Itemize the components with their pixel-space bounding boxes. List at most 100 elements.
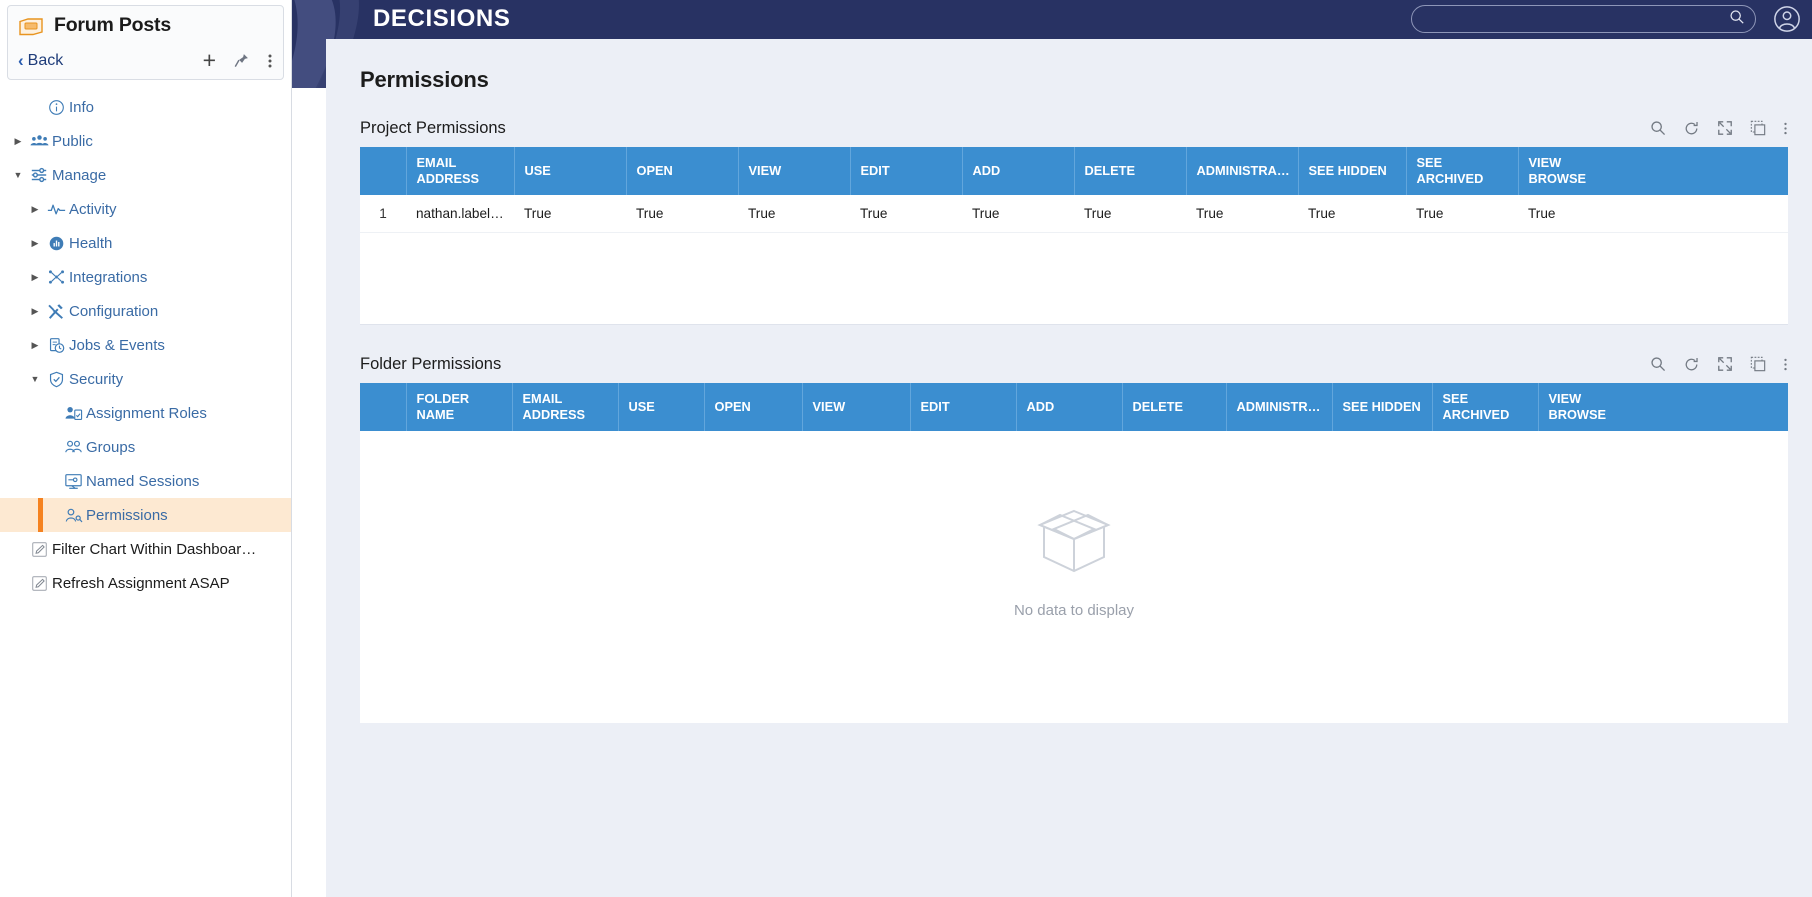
search-icon[interactable] <box>1650 120 1666 136</box>
refresh-icon[interactable] <box>1683 356 1700 373</box>
column-header[interactable]: USE <box>514 147 627 195</box>
sidebar-item-permissions[interactable]: Permissions <box>0 498 291 532</box>
permissions-icon <box>60 507 86 524</box>
folder-permissions-grid-container[interactable]: FOLDER NAME EMAIL ADDRESS USE OPEN VIEW EDIT A… <box>360 383 1788 723</box>
project-permissions-grid-container[interactable]: EMAIL ADDRESS USE OPEN VIEW EDIT ADD DELETE ADM… <box>360 147 1788 325</box>
flow-edit-icon <box>26 541 52 558</box>
chevron-right-icon[interactable]: ▶ <box>27 238 43 249</box>
sidebar-item-assignment-roles[interactable]: Assignment Roles <box>0 396 291 430</box>
empty-state-message: No data to display <box>1013 602 1135 619</box>
refresh-icon[interactable] <box>1683 120 1700 137</box>
back-button[interactable]: ‹ Back <box>18 52 63 70</box>
search-icon[interactable] <box>1729 9 1745 30</box>
search-icon[interactable] <box>1650 356 1666 372</box>
column-header[interactable]: VIEW BROWSE <box>1518 147 1788 195</box>
table-body: 1 nathan.labell@… True True True True True True… <box>360 194 1788 234</box>
column-header[interactable]: DELETE <box>1074 147 1187 195</box>
pin-icon[interactable] <box>233 52 250 69</box>
group-icon <box>26 133 52 149</box>
column-header[interactable]: EDIT <box>910 383 1017 431</box>
sidebar-item-jobs-events[interactable]: ▶ Jobs & Events <box>0 328 291 362</box>
column-header[interactable] <box>360 147 407 195</box>
application-root: Forum Posts ‹ Back + Info ▶ Public ▼ Man… <box>0 0 1812 897</box>
sidebar-item-manage[interactable]: ▼ Manage <box>0 158 291 192</box>
project-permissions-block: Project Permissions EMAIL ADDRESS USE OP… <box>360 115 1788 325</box>
chevron-down-icon[interactable]: ▼ <box>27 374 43 384</box>
panel-icon-group: + <box>203 49 273 72</box>
shield-check-icon <box>43 371 69 388</box>
column-header[interactable]: ADD <box>962 147 1075 195</box>
sliders-icon <box>26 166 52 184</box>
table-cell: True <box>1518 194 1788 234</box>
column-header[interactable]: VIEW <box>802 383 911 431</box>
column-header[interactable]: ADD <box>1016 383 1123 431</box>
sidebar-item-filter-chart-within-dashboar[interactable]: Filter Chart Within Dashboar… <box>0 532 291 566</box>
plus-icon[interactable]: + <box>203 49 216 72</box>
column-header[interactable]: EMAIL ADDRESS <box>512 383 619 431</box>
chevron-right-icon[interactable]: ▶ <box>27 272 43 283</box>
kebab-menu-icon[interactable] <box>1783 356 1788 373</box>
sidebar-item-info[interactable]: Info <box>0 90 291 124</box>
sidebar-item-label: Integrations <box>69 268 148 286</box>
sidebar-item-refresh-assignment-asap[interactable]: Refresh Assignment ASAP <box>0 566 291 600</box>
sidebar-item-integrations[interactable]: ▶ Integrations <box>0 260 291 294</box>
sidebar-item-label: Public <box>52 132 93 150</box>
sidebar-item-public[interactable]: ▶ Public <box>0 124 291 158</box>
sidebar-tree: Info ▶ Public ▼ Manage ▶ Activity ▶ Health ▶ Integ… <box>0 80 291 600</box>
sidebar-item-label: Configuration <box>69 302 159 320</box>
table-cell: True <box>626 194 738 234</box>
column-header[interactable]: SEE ARCHIVED <box>1406 147 1519 195</box>
chevron-left-icon: ‹ <box>18 51 24 70</box>
column-header[interactable]: DELETE <box>1122 383 1227 431</box>
pulse-icon <box>43 202 69 217</box>
sidebar-item-health[interactable]: ▶ Health <box>0 226 291 260</box>
sidebar-item-named-sessions[interactable]: Named Sessions <box>0 464 291 498</box>
tools-icon <box>43 302 69 320</box>
chevron-right-icon[interactable]: ▶ <box>27 204 43 215</box>
column-header[interactable]: SEE ARCHIVED <box>1432 383 1539 431</box>
search-input[interactable] <box>1426 11 1729 27</box>
table-cell: nathan.labell@… <box>406 194 514 234</box>
column-header[interactable]: VIEW <box>738 147 851 195</box>
copy-icon[interactable] <box>1750 120 1766 136</box>
folder-permissions-caption: Folder Permissions <box>360 354 502 373</box>
global-search[interactable] <box>1411 5 1756 33</box>
project-permissions-toolbar <box>1650 120 1788 137</box>
page-title: Permissions <box>360 67 489 92</box>
back-label: Back <box>27 51 64 69</box>
column-header[interactable]: ADMINISTRA… <box>1186 147 1299 195</box>
copy-icon[interactable] <box>1750 356 1766 372</box>
expand-icon[interactable] <box>1717 356 1733 372</box>
sidebar-item-security[interactable]: ▼ Security <box>0 362 291 396</box>
table-row[interactable]: 1 nathan.labell@… True True True True True True… <box>360 194 1788 234</box>
panel-actions-row: ‹ Back + <box>18 49 273 72</box>
sidebar-item-configuration[interactable]: ▶ Configuration <box>0 294 291 328</box>
column-header[interactable]: OPEN <box>704 383 803 431</box>
chevron-right-icon[interactable]: ▶ <box>10 136 26 147</box>
sidebar-item-label: Refresh Assignment ASAP <box>52 574 230 592</box>
column-header[interactable]: OPEN <box>626 147 739 195</box>
column-header[interactable]: ADMINISTR… <box>1226 383 1333 431</box>
account-circle-icon[interactable] <box>1773 5 1801 38</box>
column-header[interactable] <box>360 383 407 431</box>
kebab-menu-icon[interactable] <box>1783 120 1788 137</box>
column-header[interactable]: USE <box>618 383 705 431</box>
chevron-right-icon[interactable]: ▶ <box>27 306 43 317</box>
expand-icon[interactable] <box>1717 120 1733 136</box>
table-cell: True <box>738 194 850 234</box>
chevron-right-icon[interactable]: ▶ <box>27 340 43 351</box>
column-header[interactable]: FOLDER NAME <box>406 383 513 431</box>
column-header[interactable]: EMAIL ADDRESS <box>406 147 515 195</box>
column-header[interactable]: SEE HIDDEN <box>1332 383 1433 431</box>
info-icon <box>43 99 69 116</box>
folder-permissions-toolbar <box>1650 356 1788 373</box>
column-header[interactable]: SEE HIDDEN <box>1298 147 1407 195</box>
kebab-menu-icon[interactable] <box>267 52 273 70</box>
column-header[interactable]: VIEW BROWSE <box>1538 383 1788 431</box>
chevron-down-icon[interactable]: ▼ <box>10 170 26 180</box>
column-header[interactable]: EDIT <box>850 147 963 195</box>
folder-permissions-table: FOLDER NAME EMAIL ADDRESS USE OPEN VIEW EDIT A… <box>360 383 1788 431</box>
sidebar-item-activity[interactable]: ▶ Activity <box>0 192 291 226</box>
sidebar-item-groups[interactable]: Groups <box>0 430 291 464</box>
